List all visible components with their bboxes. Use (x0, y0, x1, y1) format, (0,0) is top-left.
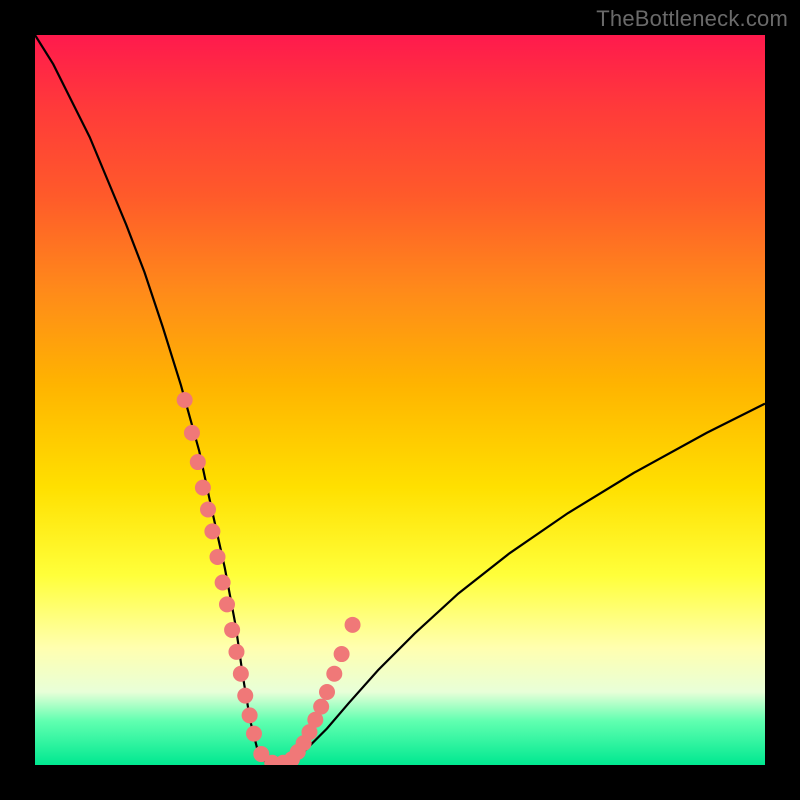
highlight-dot (219, 596, 235, 612)
chart-frame: TheBottleneck.com (0, 0, 800, 800)
highlight-dot (313, 699, 329, 715)
highlight-dot (242, 707, 258, 723)
watermark-text: TheBottleneck.com (596, 6, 788, 32)
highlight-dot (326, 666, 342, 682)
highlight-dot (237, 688, 253, 704)
highlight-dots (177, 392, 361, 765)
highlight-dot (215, 575, 231, 591)
chart-svg (35, 35, 765, 765)
highlight-dot (190, 454, 206, 470)
highlight-dot (184, 425, 200, 441)
highlight-dot (224, 622, 240, 638)
highlight-dot (210, 549, 226, 565)
plot-area (35, 35, 765, 765)
highlight-dot (204, 523, 220, 539)
highlight-dot (334, 646, 350, 662)
highlight-dot (200, 502, 216, 518)
highlight-dot (177, 392, 193, 408)
highlight-dot (195, 480, 211, 496)
highlight-dot (246, 726, 262, 742)
highlight-dot (233, 666, 249, 682)
highlight-dot (319, 684, 335, 700)
highlight-dot (345, 617, 361, 633)
highlight-dot (228, 644, 244, 660)
bottleneck-curve (35, 35, 765, 765)
